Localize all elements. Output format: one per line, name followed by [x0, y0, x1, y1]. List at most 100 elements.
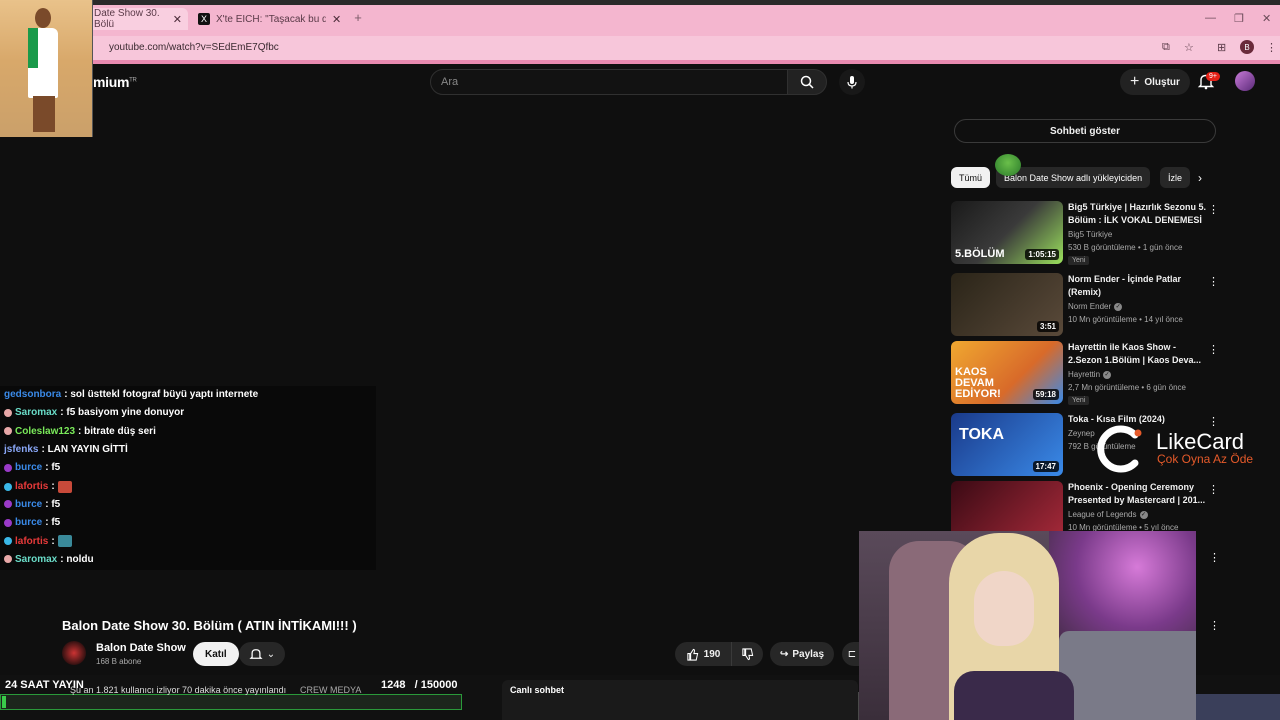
- share-arrow-icon: ↪: [779, 648, 789, 660]
- notification-count-badge: 9+: [1206, 72, 1220, 81]
- more-vertical-icon[interactable]: ⋮: [1208, 415, 1219, 428]
- search-input[interactable]: Ara: [430, 69, 788, 95]
- youtube-logo[interactable]: miumTR: [93, 74, 137, 90]
- voice-search-button[interactable]: [839, 69, 865, 95]
- chat-username[interactable]: gedsonbora: [4, 389, 61, 400]
- video-thumbnail[interactable]: 3:51: [951, 273, 1063, 336]
- chat-username[interactable]: Coleslaw123: [15, 426, 75, 437]
- search-button[interactable]: [787, 69, 827, 95]
- subscription-bell-button[interactable]: ⌄: [239, 642, 285, 666]
- channel-avatar[interactable]: [62, 641, 86, 665]
- close-tab-icon[interactable]: ✕: [332, 13, 341, 26]
- like-count: 190: [703, 648, 721, 660]
- viewers-text: Şu an 1.821 kullanıcı izliyor 70 dakika …: [70, 685, 287, 695]
- recommendation-meta: 2,7 Mn görüntüleme • 6 gün önce: [1068, 383, 1186, 392]
- x-logo-icon: X: [198, 13, 210, 25]
- chat-text: : sol üsttekl fotograf büyü yaptı intern…: [64, 389, 259, 400]
- user-avatar[interactable]: [1235, 71, 1255, 91]
- bookmark-star-icon[interactable]: ☆: [1184, 41, 1194, 54]
- create-button[interactable]: + Oluştur: [1120, 69, 1190, 95]
- microphone-icon: [847, 76, 857, 89]
- chat-username[interactable]: Saromax: [15, 407, 57, 418]
- save-playlist-icon: ⊏: [847, 648, 857, 660]
- chat-username[interactable]: burce: [15, 499, 42, 510]
- recommendation-channel[interactable]: Zeynep: [1068, 429, 1095, 438]
- recommendation-channel[interactable]: Norm Ender ✓: [1068, 302, 1123, 311]
- join-button[interactable]: Katıl: [193, 642, 239, 666]
- chat-message: Saromax: f5 basiyom yine donuyor: [4, 407, 184, 418]
- cast-icon[interactable]: ⧉: [1162, 41, 1170, 54]
- chat-username[interactable]: lafortis: [15, 536, 48, 547]
- create-label: Oluştur: [1144, 76, 1180, 88]
- chip-watched[interactable]: İzle: [1160, 167, 1190, 188]
- goal-progress-fill: [2, 696, 6, 708]
- recommendation-card[interactable]: 5.BÖLÜM 1:05:15 Big5 Türkiye | Hazırlık Se…: [951, 201, 1219, 265]
- extensions-icon[interactable]: ⊞: [1217, 41, 1226, 54]
- show-chat-button[interactable]: Sohbeti göster: [954, 119, 1216, 143]
- likecard-logo-icon: [1097, 425, 1142, 473]
- window-close-icon[interactable]: ✕: [1262, 12, 1271, 25]
- like-button[interactable]: 190: [675, 642, 731, 666]
- chat-username[interactable]: lafortis: [15, 481, 48, 492]
- browser-tab-active[interactable]: Date Show 30. Bölü ✕: [88, 8, 188, 30]
- recommendation-title[interactable]: Norm Ender - İçinde Patlar (Remix): [1068, 273, 1208, 299]
- streamer-webcam: [859, 531, 1196, 720]
- tab-title: Date Show 30. Bölü: [94, 8, 160, 30]
- likecard-slogan: Çok Oyna Az Öde: [1157, 452, 1254, 466]
- goal-total: / 150000: [414, 679, 458, 691]
- chat-text: : f5 basiyom yine donuyor: [60, 407, 185, 419]
- chat-username[interactable]: burce: [15, 517, 42, 528]
- chat-username[interactable]: jsfenks: [4, 444, 38, 455]
- chat-message: lafortis:: [4, 480, 72, 493]
- channel-name[interactable]: Balon Date Show: [96, 642, 186, 654]
- chip-all[interactable]: Tümü: [951, 167, 991, 188]
- recommendation-channel[interactable]: Big5 Türkiye: [1068, 230, 1112, 239]
- video-thumbnail[interactable]: KAOS DEVAM EDİYOR! 59:18: [951, 341, 1063, 404]
- video-thumbnail[interactable]: 5.BÖLÜM 1:05:15: [951, 201, 1063, 264]
- chevron-right-icon[interactable]: ›: [1198, 171, 1202, 185]
- recommendation-meta: 530 B görüntüleme • 1 gün önce: [1068, 243, 1183, 252]
- chat-text: :: [51, 535, 55, 547]
- goal-current: 1248: [381, 679, 406, 691]
- chat-badge-icon: [4, 482, 12, 491]
- chat-username[interactable]: Saromax: [15, 554, 57, 565]
- recommendation-title[interactable]: Phoenix - Opening Ceremony Presented by …: [1068, 481, 1208, 507]
- more-vertical-icon[interactable]: ⋮: [1209, 619, 1220, 632]
- chat-message: gedsonbora: sol üsttekl fotograf büyü ya…: [4, 389, 258, 400]
- recommendation-channel[interactable]: League of Legends ✓: [1068, 510, 1148, 519]
- browser-tab-x[interactable]: X X'te EICH: "Taşacak bu deniz ü ✕: [192, 8, 348, 30]
- dislike-button[interactable]: [731, 642, 763, 666]
- thumbs-down-icon: [742, 647, 754, 660]
- more-vertical-icon[interactable]: ⋮: [1208, 343, 1219, 356]
- video-title: Balon Date Show 30. Bölüm ( ATIN İNTİKAM…: [62, 618, 357, 633]
- bottom-right-strip: [1196, 694, 1280, 720]
- recommendation-card[interactable]: 3:51 Norm Ender - İçinde Patlar (Remix) No…: [951, 273, 1219, 337]
- minimize-icon[interactable]: —: [1205, 12, 1216, 24]
- video-thumbnail[interactable]: TOKA 17:47: [951, 413, 1063, 476]
- chat-badge-icon: [4, 500, 12, 509]
- recommendation-card[interactable]: KAOS DEVAM EDİYOR! 59:18 Hayrettin ile Kao…: [951, 341, 1219, 405]
- recommendation-channel[interactable]: Hayrettin ✓: [1068, 370, 1112, 379]
- chat-message: jsfenks: LAN YAYIN GİTTİ: [4, 444, 128, 455]
- share-button[interactable]: ↪ Paylaş: [770, 642, 834, 666]
- share-label: Paylaş: [792, 648, 825, 660]
- new-tab-icon[interactable]: +: [351, 11, 365, 25]
- chat-text: : f5: [45, 498, 61, 510]
- browser-profile-avatar[interactable]: B: [1240, 40, 1254, 54]
- chat-text: : noldu: [60, 553, 94, 565]
- more-vertical-icon[interactable]: ⋮: [1208, 275, 1219, 288]
- browser-menu-icon[interactable]: ⋮: [1266, 41, 1277, 54]
- maximize-icon[interactable]: ❐: [1234, 12, 1244, 25]
- recommendation-title[interactable]: Big5 Türkiye | Hazırlık Sezonu 5. Bölüm …: [1068, 201, 1208, 227]
- chat-message: burce: f5: [4, 499, 60, 510]
- close-tab-icon[interactable]: ✕: [173, 13, 182, 26]
- chat-username[interactable]: burce: [15, 462, 42, 473]
- chevron-down-icon: ⌄: [266, 648, 276, 660]
- more-vertical-icon[interactable]: ⋮: [1208, 483, 1219, 496]
- more-vertical-icon[interactable]: ⋮: [1209, 551, 1220, 564]
- chat-badge-icon: [4, 555, 12, 564]
- more-vertical-icon[interactable]: ⋮: [1208, 203, 1219, 216]
- recommendation-title[interactable]: Hayrettin ile Kaos Show - 2.Sezon 1.Bölü…: [1068, 341, 1208, 367]
- chat-text: :: [51, 481, 55, 492]
- url-text[interactable]: youtube.com/watch?v=SEdEmE7Qfbc: [109, 42, 279, 53]
